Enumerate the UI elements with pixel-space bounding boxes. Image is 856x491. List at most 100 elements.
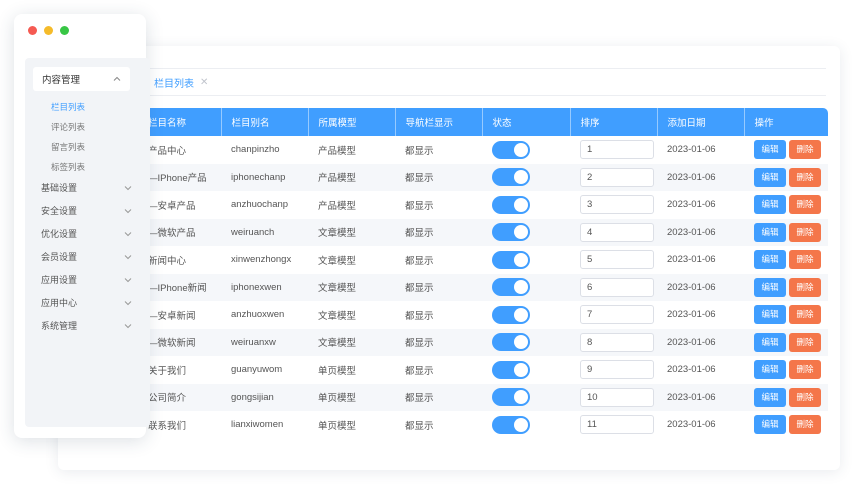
delete-button[interactable]: 删除 — [789, 167, 821, 187]
sidebar-subitem[interactable]: 评论列表 — [51, 117, 85, 137]
edit-button[interactable]: 编辑 — [754, 250, 786, 270]
status-toggle[interactable] — [492, 388, 530, 407]
status-toggle[interactable] — [492, 305, 530, 324]
cell-status — [482, 411, 570, 439]
sidebar-item[interactable]: 应用中心 — [41, 291, 137, 314]
status-toggle[interactable] — [492, 415, 530, 434]
cell-model: 单页模型 — [318, 420, 357, 432]
cell-date: 2023-01-06 — [667, 309, 716, 321]
table-row: —安卓新闻 anzhuoxwen 文章模型 都显示 2023-01-06 编辑删除 — [138, 301, 828, 329]
status-toggle[interactable] — [492, 223, 530, 242]
sidebar-item-content-management[interactable]: 内容管理 — [33, 67, 130, 91]
cell-sort — [570, 246, 657, 274]
window-controls — [28, 26, 69, 35]
cell-column-name: —微软产品 — [138, 218, 221, 246]
sidebar-item[interactable]: 应用设置 — [41, 268, 137, 291]
edit-button[interactable]: 编辑 — [754, 332, 786, 352]
cell-sort — [570, 163, 657, 191]
minimize-window-icon[interactable] — [44, 26, 53, 35]
table-header: 栏目名称 栏目别名 所属模型 导航栏显示 状态 排序 添加日期 操作 — [138, 108, 828, 136]
sidebar-item[interactable]: 基础设置 — [41, 176, 137, 199]
cell-column-alias: weiruanch — [221, 218, 308, 246]
edit-button[interactable]: 编辑 — [754, 305, 786, 325]
sort-input[interactable] — [580, 222, 654, 242]
cell-sort — [570, 411, 657, 439]
edit-button[interactable]: 编辑 — [754, 140, 786, 160]
sort-input[interactable] — [580, 140, 654, 160]
sort-input[interactable] — [580, 167, 654, 187]
sidebar-item[interactable]: 会员设置 — [41, 245, 137, 268]
cell-sort — [570, 383, 657, 411]
cell-actions: 编辑 删除 — [744, 191, 828, 219]
status-toggle[interactable] — [492, 195, 530, 214]
cell-date: 2023-01-06 — [667, 419, 716, 431]
sidebar-subitem[interactable]: 栏目列表 — [51, 97, 85, 117]
sidebar-subitem[interactable]: 标签列表 — [51, 157, 85, 177]
sort-input[interactable] — [580, 360, 654, 380]
sidebar-item-label: 安全设置 — [41, 206, 78, 216]
status-toggle[interactable] — [492, 360, 530, 379]
status-toggle[interactable] — [492, 250, 530, 269]
sort-input[interactable] — [580, 305, 654, 325]
sidebar-item[interactable]: 安全设置 — [41, 199, 137, 222]
cell-actions: 编辑 删除 — [744, 383, 828, 411]
maximize-window-icon[interactable] — [60, 26, 69, 35]
edit-button[interactable]: 编辑 — [754, 167, 786, 187]
delete-button[interactable]: 删除 — [789, 415, 821, 435]
cell-status — [482, 356, 570, 384]
cell-date: 2023-01-06 — [657, 383, 744, 411]
column-header: 所属模型 — [308, 108, 396, 136]
status-toggle[interactable] — [492, 140, 530, 159]
cell-nav-display: 都显示 — [395, 273, 482, 301]
delete-button[interactable]: 删除 — [789, 195, 821, 215]
cell-status — [482, 163, 570, 191]
edit-button[interactable]: 编辑 — [754, 360, 786, 380]
sort-input[interactable] — [580, 415, 654, 435]
edit-button[interactable]: 编辑 — [754, 277, 786, 297]
sort-input[interactable] — [580, 332, 654, 352]
column-header: 排序 — [570, 108, 658, 136]
sidebar-subitem[interactable]: 留言列表 — [51, 137, 85, 157]
edit-button[interactable]: 编辑 — [754, 415, 786, 435]
cell-sort — [570, 136, 657, 164]
cell-column-alias: xinwenzhongx — [231, 254, 292, 266]
cell-date: 2023-01-06 — [657, 273, 744, 301]
submenu: 栏目列表 评论列表 留言列表 标签列表 — [51, 97, 85, 177]
cell-column-name: —安卓新闻 — [148, 310, 196, 322]
status-toggle[interactable] — [492, 168, 530, 187]
cell-nav-display: 都显示 — [395, 383, 482, 411]
cell-actions: 编辑 删除 — [744, 218, 828, 246]
cell-date: 2023-01-06 — [667, 199, 716, 211]
close-window-icon[interactable] — [28, 26, 37, 35]
sidebar-item[interactable]: 系统管理 — [41, 314, 137, 337]
cell-sort — [570, 191, 657, 219]
cell-model: 文章模型 — [308, 218, 395, 246]
close-icon[interactable]: ✕ — [200, 77, 208, 88]
column-header: 操作 — [744, 108, 828, 136]
column-header: 栏目别名 — [221, 108, 309, 136]
tab-column-list[interactable]: 栏目列表 ✕ — [148, 75, 208, 90]
sidebar-item[interactable]: 优化设置 — [41, 222, 137, 245]
sidebar-item-label: 应用设置 — [41, 275, 78, 285]
edit-button[interactable]: 编辑 — [754, 387, 786, 407]
delete-button[interactable]: 删除 — [789, 250, 821, 270]
delete-button[interactable]: 删除 — [789, 360, 821, 380]
delete-button[interactable]: 删除 — [789, 277, 821, 297]
sort-input[interactable] — [580, 277, 654, 297]
delete-button[interactable]: 删除 — [789, 305, 821, 325]
status-toggle[interactable] — [492, 333, 530, 352]
delete-button[interactable]: 删除 — [789, 387, 821, 407]
sort-input[interactable] — [580, 387, 654, 407]
cell-column-alias: chanpinzho — [231, 144, 280, 156]
sort-input[interactable] — [580, 250, 654, 270]
table-row: 联系我们 lianxiwomen 单页模型 都显示 2023-01-06 编辑删除 — [138, 411, 828, 439]
edit-button[interactable]: 编辑 — [754, 222, 786, 242]
delete-button[interactable]: 删除 — [789, 140, 821, 160]
delete-button[interactable]: 删除 — [789, 332, 821, 352]
cell-nav-display: 都显示 — [405, 420, 434, 432]
sort-input[interactable] — [580, 195, 654, 215]
status-toggle[interactable] — [492, 278, 530, 297]
edit-button[interactable]: 编辑 — [754, 195, 786, 215]
cell-model: 文章模型 — [308, 273, 395, 301]
delete-button[interactable]: 删除 — [789, 222, 821, 242]
